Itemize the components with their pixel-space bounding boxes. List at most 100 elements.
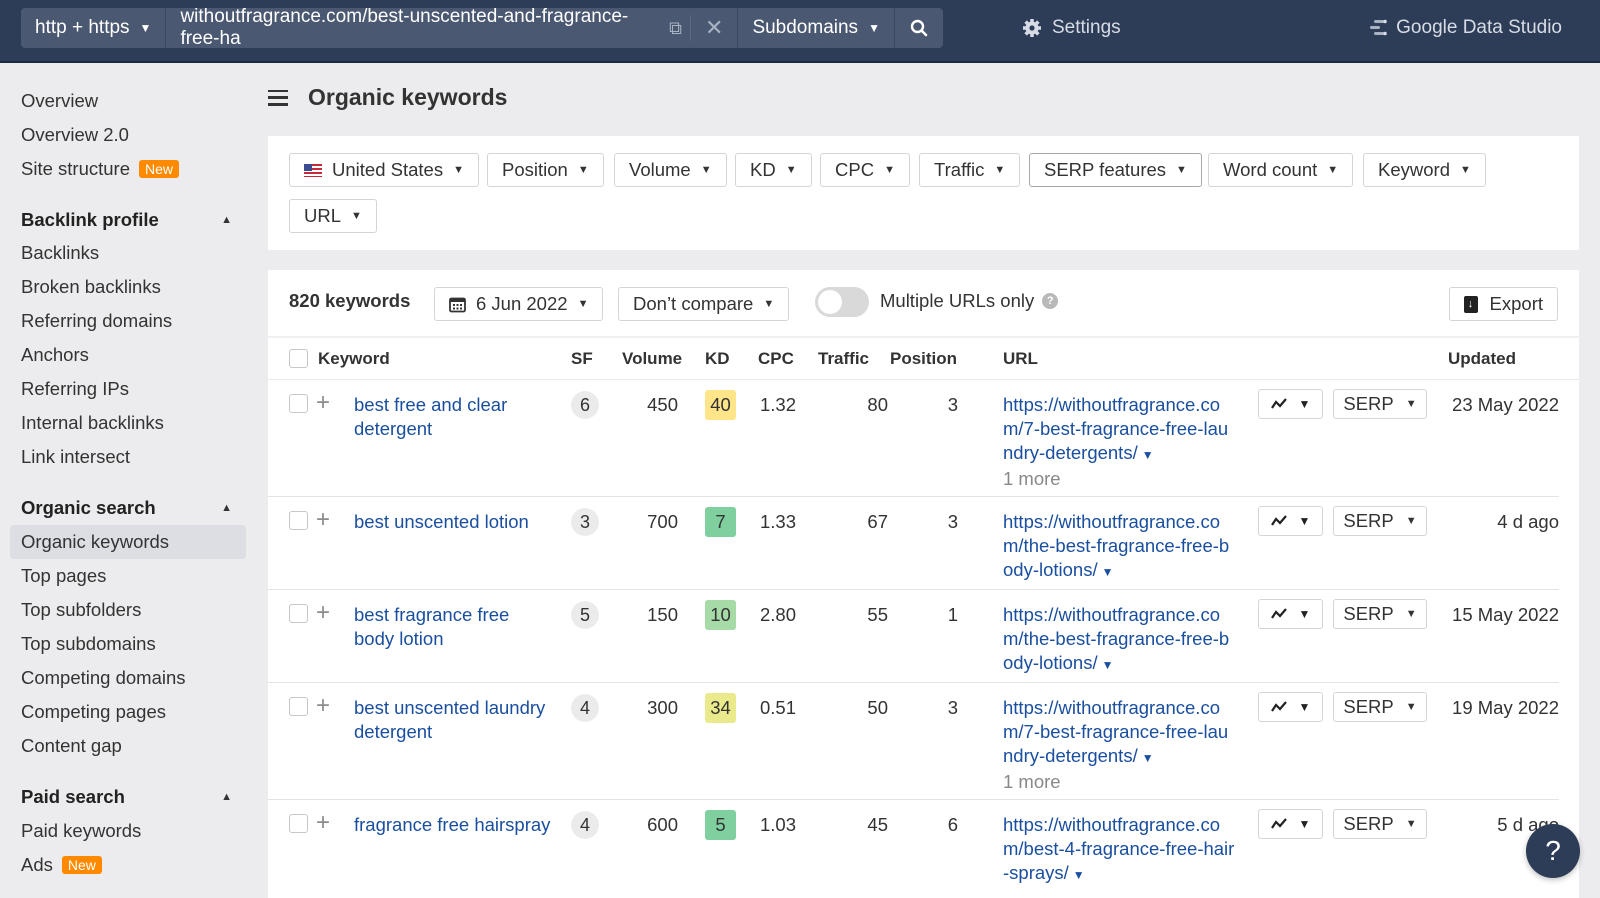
serp-features-count[interactable]: 3: [571, 508, 599, 536]
sidebar-item-top-pages[interactable]: Top pages: [10, 559, 246, 593]
google-data-studio-link[interactable]: Google Data Studio: [1368, 8, 1562, 48]
position-history-button[interactable]: ▼: [1258, 692, 1323, 722]
row-checkbox[interactable]: [289, 814, 308, 833]
filter-volume[interactable]: Volume ▼: [614, 153, 727, 187]
chevron-down-icon[interactable]: ▼: [1142, 448, 1154, 462]
sidebar-item-organic-keywords[interactable]: Organic keywords: [10, 525, 246, 559]
target-url-input[interactable]: withoutfragrance.com/best-unscented-and-…: [166, 6, 739, 49]
sidebar-section-backlink-profile[interactable]: Backlink profile ▲: [10, 203, 246, 237]
serp-button[interactable]: SERP ▼: [1333, 809, 1427, 839]
ranking-url-link[interactable]: https://withoutfragrance.com/7-best-frag…: [1003, 697, 1228, 766]
filter-position[interactable]: Position ▼: [487, 153, 604, 187]
row-checkbox[interactable]: [289, 697, 308, 716]
sidebar-item-top-subdomains[interactable]: Top subdomains: [10, 627, 246, 661]
filter-keyword[interactable]: Keyword ▼: [1363, 153, 1486, 187]
ranking-url-link[interactable]: https://withoutfragrance.com/7-best-frag…: [1003, 394, 1228, 463]
sidebar-item-paid-keywords[interactable]: Paid keywords: [10, 814, 246, 848]
keyword-link[interactable]: fragrance free hairspray: [354, 813, 554, 837]
chevron-down-icon[interactable]: ▼: [1102, 565, 1114, 579]
chevron-down-icon[interactable]: ▼: [1142, 751, 1154, 765]
date-picker[interactable]: 6 Jun 2022 ▼: [434, 287, 604, 321]
column-url[interactable]: URL: [1003, 349, 1038, 369]
column-updated[interactable]: Updated: [1448, 349, 1516, 369]
sidebar-section-organic-search[interactable]: Organic search ▲: [10, 491, 246, 525]
sidebar-item-competing-pages[interactable]: Competing pages: [10, 695, 246, 729]
chevron-down-icon[interactable]: ▼: [1073, 868, 1085, 882]
filter-url[interactable]: URL ▼: [289, 199, 377, 233]
sidebar-item-overview[interactable]: Overview: [10, 84, 246, 118]
serp-features-count[interactable]: 4: [571, 694, 599, 722]
filter-kd[interactable]: KD ▼: [735, 153, 812, 187]
row-checkbox[interactable]: [289, 604, 308, 623]
serp-features-count[interactable]: 6: [571, 391, 599, 419]
ranking-url-link[interactable]: https://withoutfragrance.com/the-best-fr…: [1003, 511, 1229, 580]
position-history-button[interactable]: ▼: [1258, 389, 1323, 419]
sidebar-item-competing-domains[interactable]: Competing domains: [10, 661, 246, 695]
sidebar-item-site-structure[interactable]: Site structure New: [10, 152, 246, 186]
select-all-checkbox[interactable]: [289, 349, 308, 368]
serp-features-count[interactable]: 4: [571, 811, 599, 839]
serp-button[interactable]: SERP ▼: [1333, 692, 1427, 722]
serp-button[interactable]: SERP ▼: [1333, 506, 1427, 536]
close-icon[interactable]: ✕: [690, 15, 723, 41]
position-history-button[interactable]: ▼: [1258, 506, 1323, 536]
serp-button[interactable]: SERP ▼: [1333, 389, 1427, 419]
filter-word-count[interactable]: Word count ▼: [1208, 153, 1354, 187]
protocol-dropdown[interactable]: http + https ▼: [21, 8, 167, 48]
add-to-list-icon[interactable]: +: [316, 694, 330, 718]
filter-cpc[interactable]: CPC ▼: [820, 153, 910, 187]
add-to-list-icon[interactable]: +: [316, 601, 330, 625]
keyword-link[interactable]: best free and clear detergent: [354, 393, 554, 441]
sidebar-section-paid-search[interactable]: Paid search ▲: [10, 780, 246, 814]
row-checkbox[interactable]: [289, 511, 308, 530]
position-history-button[interactable]: ▼: [1258, 599, 1323, 629]
sidebar-item-internal-backlinks[interactable]: Internal backlinks: [10, 406, 246, 440]
chevron-down-icon[interactable]: ▼: [1102, 658, 1114, 672]
help-button[interactable]: ?: [1526, 824, 1580, 878]
add-to-list-icon[interactable]: +: [316, 508, 330, 532]
sidebar-item-referring-ips[interactable]: Referring IPs: [10, 372, 246, 406]
column-kd[interactable]: KD: [705, 349, 730, 369]
serp-features-count[interactable]: 5: [571, 601, 599, 629]
sidebar-item-anchors[interactable]: Anchors: [10, 338, 246, 372]
more-urls-link[interactable]: 1 more: [1003, 467, 1238, 491]
position-history-button[interactable]: ▼: [1258, 809, 1323, 839]
ranking-url-link[interactable]: https://withoutfragrance.com/the-best-fr…: [1003, 604, 1229, 673]
menu-icon[interactable]: [268, 89, 288, 106]
column-volume[interactable]: Volume: [622, 349, 682, 369]
sidebar-item-overview-2[interactable]: Overview 2.0: [10, 118, 246, 152]
sidebar-item-label: Overview: [21, 90, 99, 111]
sidebar-item-broken-backlinks[interactable]: Broken backlinks: [10, 270, 246, 304]
export-button[interactable]: ↓ Export: [1448, 287, 1558, 321]
search-button[interactable]: [894, 8, 943, 48]
keyword-link[interactable]: best fragrance free body lotion: [354, 603, 554, 651]
mode-dropdown[interactable]: Subdomains ▼: [738, 8, 895, 48]
sidebar-item-backlinks[interactable]: Backlinks: [10, 236, 246, 270]
column-traffic[interactable]: Traffic: [818, 349, 869, 369]
sidebar-item-referring-domains[interactable]: Referring domains: [10, 304, 246, 338]
filter-serp-features[interactable]: SERP features ▼: [1029, 153, 1202, 187]
keyword-link[interactable]: best unscented laundry detergent: [354, 696, 554, 744]
sidebar-item-top-subfolders[interactable]: Top subfolders: [10, 593, 246, 627]
sidebar-item-ads[interactable]: Ads New: [10, 848, 246, 882]
keyword-link[interactable]: best unscented lotion: [354, 510, 554, 534]
column-cpc[interactable]: CPC: [758, 349, 794, 369]
settings-button[interactable]: Settings: [1022, 8, 1121, 48]
column-position[interactable]: Position: [890, 349, 957, 369]
sidebar-item-link-intersect[interactable]: Link intersect: [10, 440, 246, 474]
add-to-list-icon[interactable]: +: [316, 391, 330, 415]
ranking-url-link[interactable]: https://withoutfragrance.com/best-4-frag…: [1003, 814, 1234, 883]
column-sf[interactable]: SF: [571, 349, 593, 369]
external-link-icon[interactable]: ⧉: [669, 18, 682, 39]
add-to-list-icon[interactable]: +: [316, 811, 330, 835]
compare-dropdown[interactable]: Don’t compare ▼: [618, 287, 790, 321]
filter-country[interactable]: United States ▼: [289, 153, 479, 187]
column-keyword[interactable]: Keyword: [318, 349, 390, 369]
help-icon[interactable]: ?: [1042, 293, 1059, 309]
more-urls-link[interactable]: 1 more: [1003, 770, 1238, 794]
sidebar-item-content-gap[interactable]: Content gap: [10, 729, 246, 763]
row-checkbox[interactable]: [289, 394, 308, 413]
multiple-urls-toggle[interactable]: [815, 287, 869, 317]
filter-traffic[interactable]: Traffic ▼: [919, 153, 1021, 187]
serp-button[interactable]: SERP ▼: [1333, 599, 1427, 629]
